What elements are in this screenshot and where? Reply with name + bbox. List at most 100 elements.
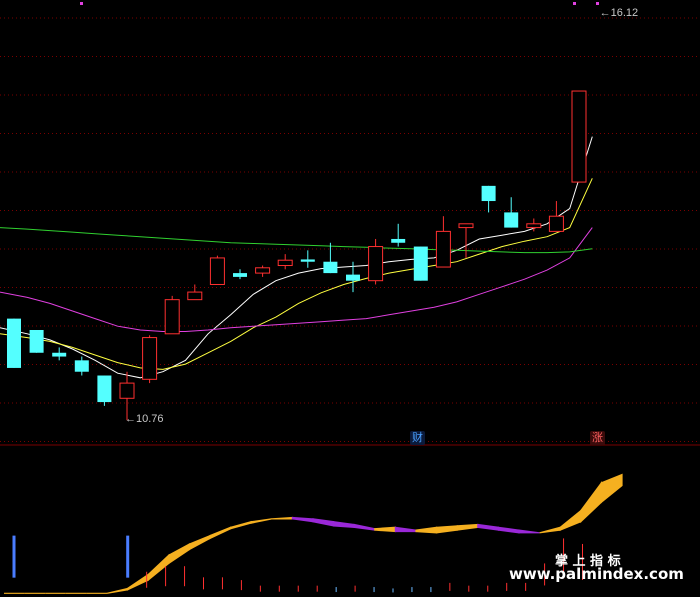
top-marker-2	[573, 2, 576, 5]
zhang-marker-badge: 涨	[590, 431, 605, 445]
watermark-url: www.palmindex.com	[509, 565, 684, 583]
indicator-bar	[506, 582, 508, 591]
candle-body	[233, 273, 247, 277]
indicator-bar	[184, 566, 186, 587]
candlesticks	[7, 90, 587, 421]
cai-marker-badge: 财	[410, 431, 425, 445]
candle-body	[435, 230, 451, 268]
candle	[209, 255, 225, 285]
stock-chart	[0, 2, 700, 594]
candle-body	[391, 238, 406, 243]
indicator-bar	[126, 535, 130, 578]
indicator-bar	[240, 580, 242, 591]
candle-body	[481, 185, 496, 202]
candle-body	[74, 360, 89, 372]
indicator-band-segment	[394, 526, 417, 533]
indicator-bar	[430, 587, 432, 593]
indicator-bar	[411, 587, 413, 593]
candle-body	[300, 259, 315, 262]
candle	[368, 238, 384, 285]
candle	[255, 265, 271, 277]
candle	[481, 185, 496, 213]
indicator-band-segment	[436, 525, 458, 534]
candle-body	[368, 246, 384, 282]
candle	[29, 330, 44, 353]
indicator-band-segment	[456, 523, 479, 531]
indicator-band-segment	[250, 518, 272, 524]
indicator-band-segment	[230, 520, 252, 530]
indicator-bar	[165, 566, 167, 587]
candle	[52, 347, 67, 361]
indicator-band-segment	[353, 523, 376, 531]
indicator-bar	[259, 585, 261, 592]
candle-body	[277, 259, 293, 267]
indicator-bar	[449, 582, 451, 591]
candle-body	[571, 90, 587, 183]
candle	[504, 197, 519, 228]
candle-body	[119, 382, 135, 399]
candle	[458, 223, 474, 258]
indicator-bar	[354, 585, 356, 592]
indicator-band-segment	[126, 573, 149, 591]
candle-body	[209, 257, 225, 285]
candle	[277, 254, 293, 270]
indicator-bar	[12, 535, 16, 578]
candle	[142, 335, 158, 384]
indicator-band-segment	[477, 523, 499, 531]
candle	[7, 318, 21, 368]
candle	[187, 284, 203, 301]
indicator-bar	[146, 571, 148, 588]
candle-body	[323, 261, 338, 274]
top-marker-3	[596, 2, 599, 5]
ma-line-1	[0, 136, 593, 379]
candle-body	[142, 337, 158, 380]
indicator-band-segment	[497, 526, 520, 534]
candle-body	[458, 223, 474, 229]
candle-body	[255, 267, 271, 274]
candle	[413, 246, 428, 281]
candle	[164, 295, 180, 335]
candle	[548, 201, 564, 232]
indicator-bar	[297, 585, 299, 592]
indicator-band-segment	[539, 526, 561, 534]
ma-line-3	[0, 227, 593, 332]
candle-body	[7, 318, 21, 368]
indicator-bar	[278, 585, 280, 592]
candle-body	[164, 299, 180, 335]
candle-body	[413, 246, 428, 281]
candle-body	[504, 212, 519, 228]
indicator-band-segment	[312, 518, 335, 527]
indicator-band-segment	[188, 534, 211, 551]
indicator-band-segment	[271, 516, 293, 520]
indicator-band-segment	[209, 526, 232, 540]
indicator-band-segment	[374, 526, 396, 533]
indicator-band-segment	[559, 509, 582, 531]
candle	[435, 216, 451, 268]
indicator-bar	[487, 585, 489, 592]
candle-body	[29, 330, 44, 353]
indicator-band-segment	[333, 521, 355, 528]
candle-body	[52, 352, 67, 357]
indicator-band-segment	[415, 526, 438, 534]
top-marker-1	[80, 2, 83, 5]
indicator-band-segment	[580, 480, 603, 524]
candle-body	[187, 291, 203, 301]
candle	[323, 242, 338, 274]
indicator-bar	[203, 577, 204, 590]
candle	[74, 356, 89, 376]
indicator-bar	[335, 587, 337, 593]
indicator-bar	[316, 585, 318, 592]
candle-body	[97, 375, 112, 403]
indicator-band-segment	[291, 516, 314, 523]
indicator-band-segment	[518, 529, 540, 534]
candle	[300, 250, 315, 268]
indicator-bar	[221, 577, 223, 590]
candle	[233, 269, 247, 280]
indicator-band-segment	[168, 542, 190, 565]
indicator-bar	[525, 582, 527, 591]
candle-body	[548, 215, 564, 232]
candle	[391, 223, 406, 247]
candle	[571, 90, 587, 183]
indicator-band-segment	[600, 473, 623, 504]
moving-average-lines	[0, 136, 593, 379]
